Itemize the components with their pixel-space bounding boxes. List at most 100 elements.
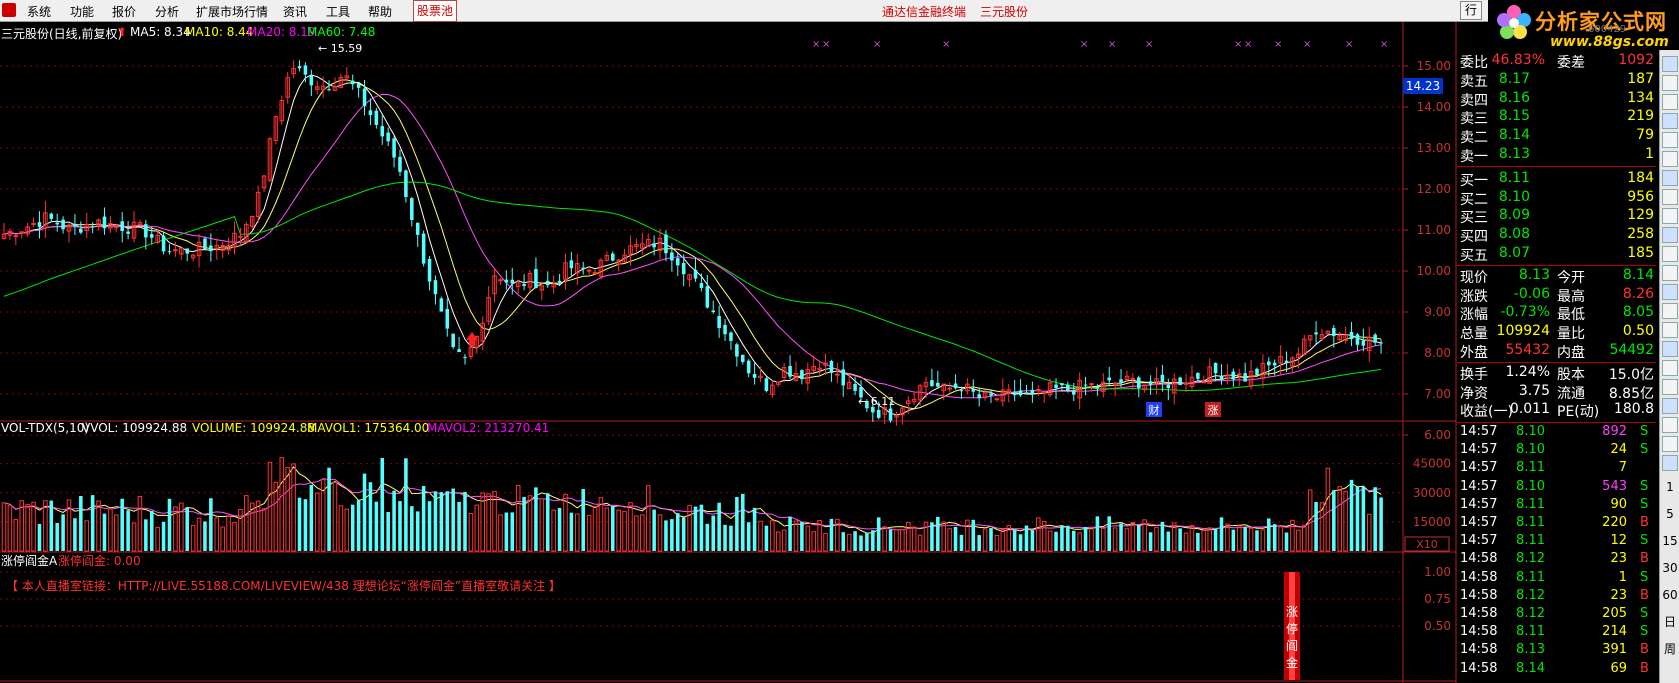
volume-bar-up bbox=[25, 504, 30, 552]
toolbar-icon[interactable] bbox=[1662, 398, 1678, 414]
candle-down bbox=[1219, 376, 1224, 381]
kline-chart-area[interactable]: 15.00 14.00 13.00 12.00 11.00 10.00 9.00 8.00 7.… bbox=[0, 0, 1457, 683]
toolbar-icon[interactable] bbox=[1662, 151, 1678, 167]
price-tick-label: 8.00 bbox=[1424, 346, 1451, 360]
candle-down bbox=[610, 253, 615, 261]
candle-down bbox=[1196, 373, 1200, 379]
toolbar-icon[interactable] bbox=[1662, 360, 1678, 376]
toolbar-icon[interactable] bbox=[1662, 94, 1678, 110]
volume-bar-up bbox=[220, 526, 225, 552]
tick-side: S bbox=[1640, 442, 1649, 458]
toolbar-icon[interactable] bbox=[1662, 417, 1678, 433]
candle-down bbox=[427, 258, 432, 282]
stat-label: 现价 bbox=[1460, 270, 1488, 286]
tick-side: S bbox=[1640, 533, 1649, 549]
candle-up bbox=[835, 373, 840, 376]
period-button-4[interactable]: 60 bbox=[1662, 588, 1678, 602]
candle-down bbox=[723, 324, 727, 335]
period-button-6[interactable]: 周 bbox=[1662, 642, 1678, 656]
volume-bar-up bbox=[1077, 532, 1082, 552]
sell-level-price: 8.15 bbox=[1498, 108, 1530, 125]
volume-bar-down bbox=[1071, 530, 1076, 551]
volume-bar-up bbox=[622, 510, 627, 552]
buy-level-price: 8.10 bbox=[1498, 188, 1530, 205]
period-button-3[interactable]: 30 bbox=[1662, 561, 1678, 575]
tick-side: B bbox=[1640, 515, 1649, 530]
volume-bar-down bbox=[681, 517, 686, 551]
toolbar-icon[interactable] bbox=[1662, 322, 1678, 338]
volume-bar-up bbox=[226, 515, 231, 552]
high-price-label: ← 15.59 bbox=[318, 42, 362, 55]
candle-down bbox=[1018, 390, 1023, 396]
period-button-5[interactable]: 日 bbox=[1662, 615, 1678, 629]
sell-level-vol: 1 bbox=[1645, 145, 1654, 162]
volume-bar-down bbox=[1231, 529, 1236, 551]
candle-down bbox=[705, 286, 710, 308]
event-marker-icon: × bbox=[1234, 39, 1242, 50]
volume-bar-up bbox=[1047, 530, 1053, 552]
row-button[interactable]: 行 bbox=[1460, 1, 1482, 20]
tick-price: 8.12 bbox=[1516, 587, 1545, 603]
volume-bar-down bbox=[1361, 486, 1366, 551]
volume-bar-down bbox=[61, 514, 65, 551]
volume-bar-down bbox=[1107, 516, 1111, 551]
volume-bar-up bbox=[1000, 528, 1006, 552]
period-button-2[interactable]: 15 bbox=[1662, 534, 1678, 548]
volume-bar-down bbox=[144, 519, 148, 551]
toolbar-icon[interactable] bbox=[1662, 284, 1678, 300]
candle-down bbox=[888, 408, 893, 421]
toolbar-icon[interactable] bbox=[1662, 341, 1678, 357]
orderbook-divider bbox=[1457, 166, 1656, 167]
candle-down bbox=[1119, 379, 1123, 383]
toolbar-icon[interactable] bbox=[1662, 246, 1678, 262]
volume-bar-down bbox=[652, 509, 656, 551]
toolbar-icon[interactable] bbox=[1662, 455, 1678, 471]
volume-bar-down bbox=[451, 488, 455, 551]
price-tick-label: 7.00 bbox=[1424, 387, 1451, 401]
candle-up bbox=[1036, 388, 1041, 391]
toolbar-icon[interactable] bbox=[1662, 113, 1678, 129]
tick-vol: 543 bbox=[1602, 478, 1627, 494]
volume-bar-down bbox=[788, 516, 792, 551]
toolbar-icon[interactable] bbox=[1662, 170, 1678, 186]
volume-bar-down bbox=[545, 493, 550, 551]
tick-price: 8.10 bbox=[1516, 478, 1545, 494]
toolbar-icon[interactable] bbox=[1662, 303, 1678, 319]
toolbar-icon[interactable] bbox=[1662, 379, 1678, 395]
volume-bar-down bbox=[1314, 501, 1318, 551]
volume-bar-up bbox=[285, 467, 290, 552]
toolbar-icon[interactable] bbox=[1662, 227, 1678, 243]
volume-bar-down bbox=[161, 521, 166, 551]
toolbar-icon[interactable] bbox=[1662, 265, 1678, 281]
volume-bar-up bbox=[474, 504, 480, 552]
toolbar-icon[interactable] bbox=[1662, 132, 1678, 148]
candle-down bbox=[327, 89, 331, 91]
volume-bar-down bbox=[350, 504, 355, 551]
volume-bar-down bbox=[971, 519, 976, 551]
candle-down bbox=[675, 258, 680, 266]
arrow-up-icon[interactable] bbox=[1662, 56, 1678, 72]
volume-bar-down bbox=[309, 484, 314, 551]
candle-down bbox=[1231, 371, 1236, 380]
ticks-divider bbox=[1457, 422, 1656, 423]
toolbar-icon[interactable] bbox=[1662, 189, 1678, 205]
arrow-down-icon[interactable] bbox=[1662, 75, 1678, 91]
candle-down bbox=[504, 279, 509, 283]
candle-down bbox=[959, 390, 964, 392]
candle-down bbox=[1332, 328, 1336, 337]
fund-value: 0.011 bbox=[1509, 401, 1550, 418]
candle-down bbox=[652, 243, 656, 248]
volume-bar-up bbox=[1154, 526, 1159, 552]
toolbar-icon[interactable] bbox=[1662, 436, 1678, 452]
tick-side: B bbox=[1640, 642, 1649, 658]
vol-unit-label: X10 bbox=[1416, 538, 1438, 551]
candle-up bbox=[947, 387, 952, 390]
period-button-1[interactable]: 5 bbox=[1662, 507, 1678, 521]
tick-vol: 1 bbox=[1618, 569, 1627, 585]
period-button-0[interactable]: 1 bbox=[1662, 480, 1678, 494]
volume-bar-down bbox=[764, 525, 769, 551]
toolbar-icon[interactable] bbox=[1662, 208, 1678, 224]
volume-bar-down bbox=[297, 497, 302, 551]
volume-bar-down bbox=[1024, 525, 1029, 551]
candle-down bbox=[930, 380, 934, 387]
